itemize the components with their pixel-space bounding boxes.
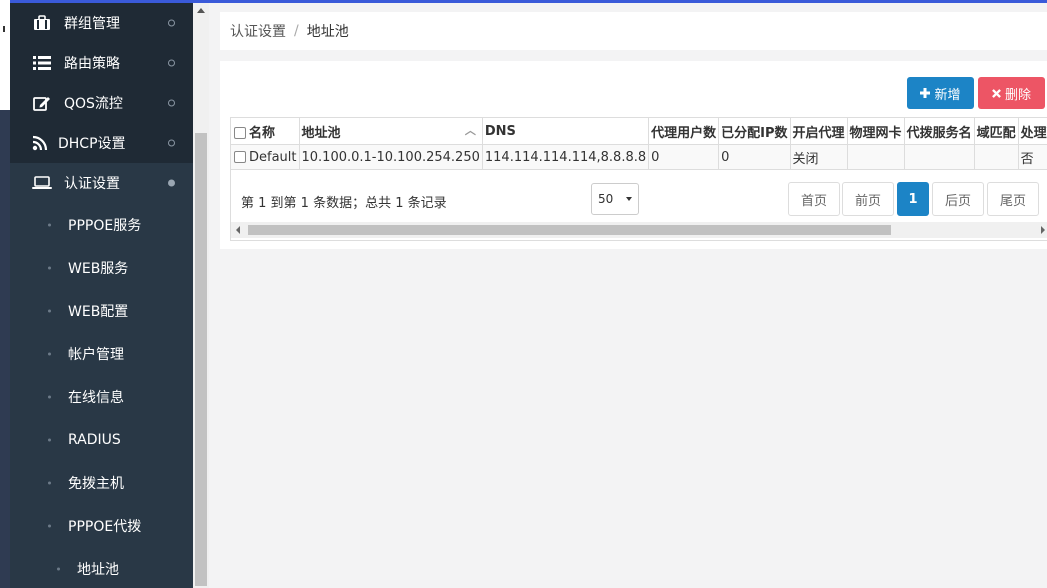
breadcrumb: 认证设置 / 地址池 (220, 12, 1047, 50)
sidebar-item-label: DHCP设置 (58, 136, 126, 152)
breadcrumb-parent[interactable]: 认证设置 (230, 21, 286, 41)
scrollbar-thumb[interactable] (195, 133, 207, 586)
submenu-item-online-info[interactable]: 在线信息 (10, 375, 193, 418)
scroll-right-arrow-icon[interactable] (1041, 226, 1045, 234)
list-icon (32, 53, 52, 73)
submenu-item-web-config[interactable]: WEB配置 (10, 289, 193, 332)
cell-proxy-users: 0 (648, 144, 720, 170)
address-pool-table-container: 名称 地址池 ︿ DNS 代理用户数 已分配IP数 开启代理 物理网卡 代拨服务名… (230, 117, 1047, 241)
collapse-indicator-icon (168, 139, 175, 147)
sidebar-item-group[interactable]: 群组管理 (10, 3, 193, 43)
sidebar-item-auth[interactable]: 认证设置 (10, 163, 193, 203)
submenu-item-accounts[interactable]: 帐户管理 (10, 332, 193, 375)
submenu-item-web-service[interactable]: WEB服务 (10, 246, 193, 289)
pagination-info: 第 1 到第 1 条数据；总共 1 条记录 (241, 196, 447, 211)
cell-vlan: 否 (1018, 144, 1047, 170)
delete-button[interactable]: 删除 (978, 77, 1045, 109)
column-header-proxy-users[interactable]: 代理用户数 (648, 118, 720, 145)
column-header-domain-match[interactable]: 域匹配 (974, 118, 1019, 145)
table-row[interactable]: Default 10.100.0.1-10.100.254.250 114.11… (231, 144, 1047, 170)
collapse-indicator-icon (168, 59, 175, 67)
sidebar-item-label: 认证设置 (64, 176, 120, 192)
left-edge-strip (0, 0, 10, 588)
scrollbar-thumb[interactable] (248, 225, 891, 235)
sidebar-item-dhcp[interactable]: DHCP设置 (10, 123, 193, 163)
cell-assigned-ips: 0 (718, 144, 791, 170)
cell-domain-match (974, 144, 1019, 170)
content-panel: 新增 删除 名称 地址池 ︿ DNS 代理用户数 已分配IP数 开启代理 物理网卡… (220, 61, 1047, 249)
laptop-icon (32, 173, 52, 193)
table-header-row: 名称 地址池 ︿ DNS 代理用户数 已分配IP数 开启代理 物理网卡 代拨服务名… (231, 118, 1047, 145)
column-header-dns[interactable]: DNS (482, 118, 650, 145)
page-1-button[interactable]: 1 (897, 182, 929, 216)
column-header-name[interactable]: 名称 (231, 118, 300, 145)
scroll-left-arrow-icon[interactable] (236, 226, 240, 234)
sidebar-item-label: 群组管理 (64, 16, 120, 32)
address-pool-table: 名称 地址池 ︿ DNS 代理用户数 已分配IP数 开启代理 物理网卡 代拨服务名… (231, 118, 1047, 170)
cell-dns: 114.114.114.114,8.8.8.8 (482, 144, 650, 170)
rss-icon (30, 133, 50, 153)
collapse-indicator-icon (168, 99, 175, 107)
caret-down-icon (626, 197, 632, 201)
breadcrumb-current: 地址池 (306, 24, 349, 40)
auth-submenu: PPPOE服务 WEB服务 WEB配置 帐户管理 在线信息 RADIUS 免拨主… (10, 203, 193, 588)
sidebar-item-route[interactable]: 路由策略 (10, 43, 193, 83)
row-checkbox[interactable] (234, 151, 246, 163)
cell-address-pool: 10.100.0.1-10.100.254.250 (299, 144, 483, 170)
submenu-item-pppoe-service[interactable]: PPPOE服务 (10, 203, 193, 246)
column-header-dial-service[interactable]: 代拨服务名 (904, 118, 975, 145)
column-header-address-pool[interactable]: 地址池 ︿ (299, 118, 483, 145)
edit-icon (32, 93, 52, 113)
sidebar-item-label: QOS流控 (64, 96, 123, 112)
cell-proxy-enabled: 关闭 (790, 144, 848, 170)
plus-icon (920, 88, 931, 98)
collapse-indicator-icon (168, 19, 175, 27)
column-header-assigned-ips[interactable]: 已分配IP数 (718, 118, 791, 145)
table-footer: 第 1 到第 1 条数据；总共 1 条记录 50 首页 前页 1 后页 尾页 (231, 172, 1047, 222)
page-size-select[interactable]: 50 (591, 183, 639, 215)
select-all-checkbox[interactable] (234, 127, 246, 139)
column-header-vlan[interactable]: 处理VLAN (1018, 118, 1047, 145)
breadcrumb-separator: / (294, 23, 299, 39)
submenu-item-radius[interactable]: RADIUS (10, 418, 193, 461)
prev-page-button[interactable]: 前页 (842, 182, 894, 216)
table-horizontal-scrollbar[interactable] (231, 222, 1047, 238)
expanded-indicator-icon (168, 179, 175, 187)
sidebar-item-qos[interactable]: QOS流控 (10, 83, 193, 123)
add-button[interactable]: 新增 (907, 77, 974, 109)
sidebar-item-label: 路由策略 (64, 56, 120, 72)
submenu-item-pppoe-proxy[interactable]: PPPOE代拨 (10, 504, 193, 547)
first-page-button[interactable]: 首页 (788, 182, 840, 216)
submenu-item-free-dial-host[interactable]: 免拨主机 (10, 461, 193, 504)
last-page-button[interactable]: 尾页 (987, 182, 1039, 216)
column-header-nic[interactable]: 物理网卡 (847, 118, 905, 145)
close-icon (992, 88, 1001, 98)
cell-nic (847, 144, 905, 170)
sidebar: 群组管理 路由策略 QOS流控 DHCP设置 认证设置 PPPOE服务 WEB服… (10, 3, 193, 588)
column-header-proxy-enabled[interactable]: 开启代理 (790, 118, 848, 145)
submenu-item-address-pool[interactable]: 地址池 (10, 547, 193, 588)
sidebar-scrollbar[interactable] (193, 3, 209, 588)
briefcase-icon (32, 13, 52, 33)
cell-name: Default (231, 144, 300, 170)
next-page-button[interactable]: 后页 (932, 182, 984, 216)
sort-icon[interactable]: ︿ (465, 122, 476, 138)
scroll-up-arrow-icon[interactable] (197, 8, 205, 13)
cell-dial-service (904, 144, 975, 170)
